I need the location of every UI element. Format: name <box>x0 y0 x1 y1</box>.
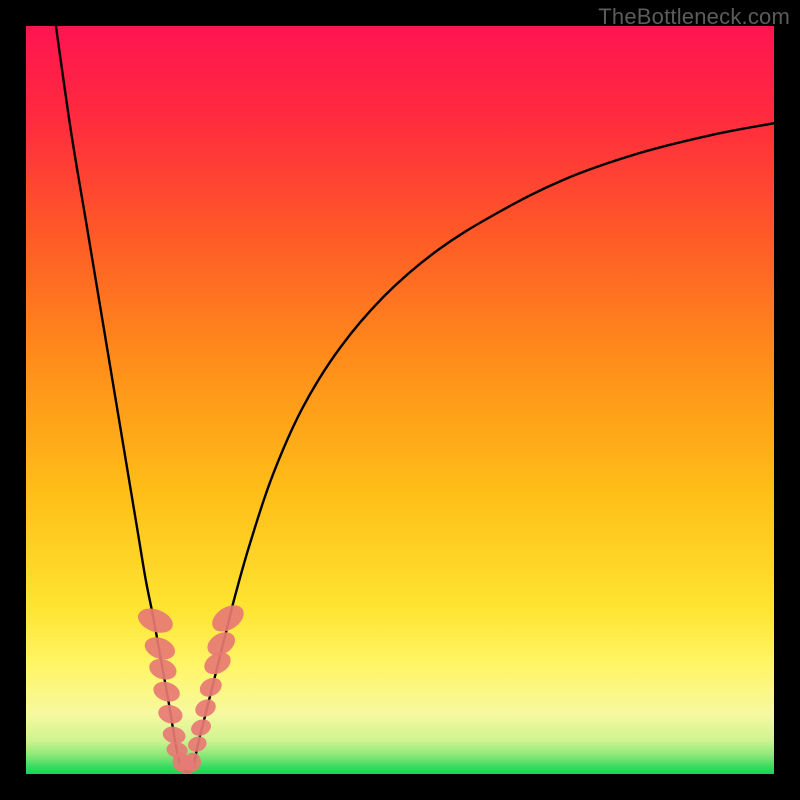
watermark-text: TheBottleneck.com <box>598 4 790 30</box>
outer-frame: TheBottleneck.com <box>0 0 800 800</box>
marker-bottom-2 <box>185 753 201 772</box>
gradient-background <box>26 26 774 774</box>
chart-svg <box>26 26 774 774</box>
plot-area <box>26 26 774 774</box>
